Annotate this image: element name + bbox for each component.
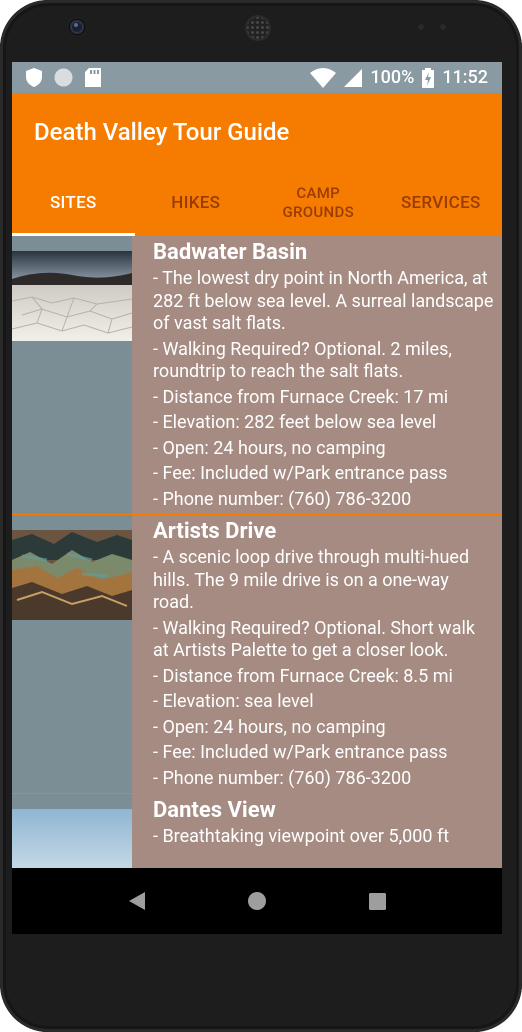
- list-item[interactable]: Badwater Basin - The lowest dry point in…: [12, 236, 502, 515]
- circle-icon: [54, 68, 73, 87]
- screen: 100% 11:52 Death Valley Tour Guide SITES…: [12, 62, 502, 934]
- list-item[interactable]: Artists Drive - A scenic loop drive thro…: [12, 515, 502, 794]
- tab-sites[interactable]: SITES: [12, 170, 135, 236]
- site-title: Dantes View: [153, 798, 276, 823]
- recents-square-icon: [368, 892, 386, 910]
- clock: 11:52: [442, 67, 488, 88]
- site-title: Artists Drive: [153, 519, 277, 544]
- artists-drive-photo: [12, 530, 132, 620]
- battery-percent: 100%: [370, 67, 415, 88]
- badwater-basin-photo: [12, 251, 132, 341]
- site-description: - A scenic loop drive through multi-hued…: [153, 547, 470, 613]
- home-button[interactable]: [247, 891, 267, 911]
- tab-campgrounds-label: CAMP GROUNDS: [282, 184, 354, 221]
- tab-services[interactable]: SERVICES: [380, 170, 503, 236]
- site-hours: - Open: 24 hours, no camping: [153, 716, 386, 738]
- wifi-icon: [310, 67, 337, 88]
- earpiece-speaker: [245, 15, 271, 41]
- site-phone: - Phone number: (760) 786-3200: [153, 767, 412, 789]
- battery-charging-icon: [422, 67, 435, 88]
- status-bar: 100% 11:52: [12, 62, 502, 94]
- tab-campgrounds[interactable]: CAMP GROUNDS: [257, 170, 380, 236]
- site-fee: - Fee: Included w/Park entrance pass: [153, 742, 448, 763]
- dantes-view-photo: [12, 809, 132, 868]
- site-distance: - Distance from Furnace Creek: 8.5 mi: [153, 665, 453, 687]
- system-nav-bar: [12, 868, 502, 934]
- back-button[interactable]: [127, 891, 147, 911]
- site-title: Badwater Basin: [153, 240, 308, 265]
- site-fee: - Fee: Included w/Park entrance pass: [153, 463, 448, 484]
- app-bar: Death Valley Tour Guide: [12, 94, 502, 170]
- back-triangle-icon: [129, 892, 145, 910]
- sites-list[interactable]: Badwater Basin - The lowest dry point in…: [12, 236, 502, 868]
- site-elevation: - Elevation: 282 feet below sea level: [153, 412, 437, 433]
- cell-signal-icon: [344, 68, 363, 87]
- proximity-sensor: [418, 24, 424, 30]
- site-description: - Breathtaking viewpoint over 5,000 ft: [153, 826, 450, 847]
- sd-card-icon: [85, 68, 101, 87]
- light-sensor: [440, 24, 446, 30]
- home-circle-icon: [248, 892, 266, 910]
- phone-frame: 100% 11:52 Death Valley Tour Guide SITES…: [0, 0, 522, 1032]
- site-walking: - Walking Required? Optional. 2 miles, r…: [153, 338, 452, 383]
- app-title: Death Valley Tour Guide: [34, 118, 290, 146]
- tab-bar: SITES HIKES CAMP GROUNDS SERVICES: [12, 170, 502, 236]
- shield-icon: [26, 68, 42, 87]
- recents-button[interactable]: [367, 891, 387, 911]
- site-hours: - Open: 24 hours, no camping: [153, 437, 386, 459]
- site-elevation: - Elevation: sea level: [153, 691, 314, 712]
- list-item[interactable]: Dantes View - Breathtaking viewpoint ove…: [12, 794, 502, 868]
- site-description: - The lowest dry point in North America,…: [153, 268, 494, 334]
- site-distance: - Distance from Furnace Creek: 17 mi: [153, 386, 449, 408]
- tab-hikes[interactable]: HIKES: [135, 170, 258, 236]
- site-walking: - Walking Required? Optional. Short walk…: [153, 617, 475, 662]
- site-phone: - Phone number: (760) 786-3200: [153, 488, 412, 510]
- front-camera: [70, 20, 84, 34]
